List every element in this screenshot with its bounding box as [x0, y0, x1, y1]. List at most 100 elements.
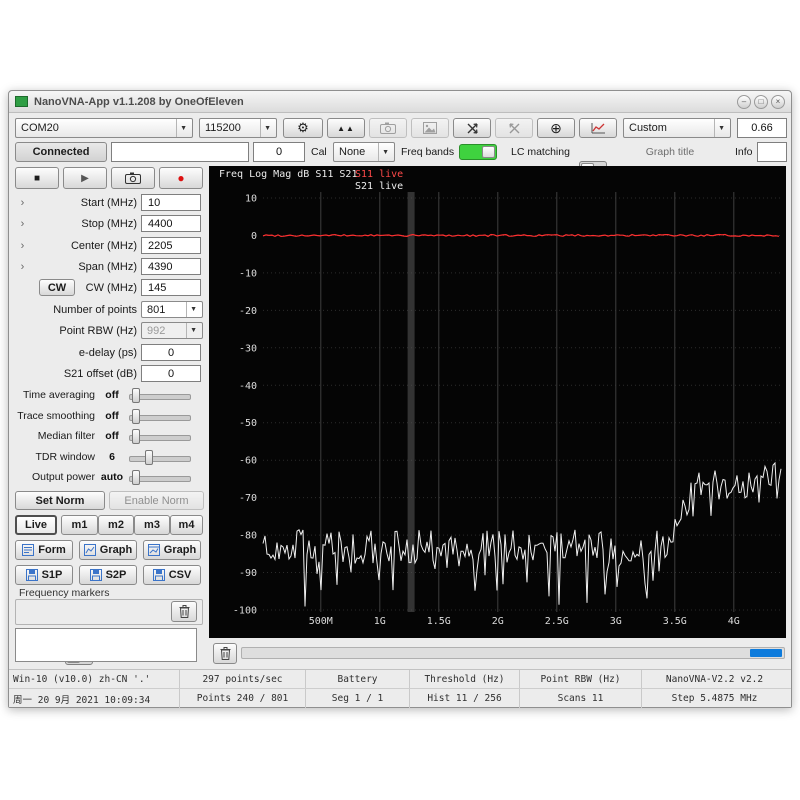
edelay-field[interactable]: 0: [141, 344, 201, 361]
toggle-knob: [482, 146, 495, 158]
slider-knob[interactable]: [132, 408, 140, 424]
slider-knob[interactable]: [132, 387, 140, 403]
minimize-icon[interactable]: –: [737, 94, 751, 109]
close-icon[interactable]: ×: [771, 94, 785, 109]
start-mhz-field[interactable]: 10: [141, 194, 201, 211]
chart-view-button[interactable]: [579, 118, 617, 138]
trace-smoothing-slider[interactable]: [129, 408, 195, 424]
trace-m3-button[interactable]: m3: [134, 515, 170, 535]
trace-m2-button[interactable]: m2: [98, 515, 134, 535]
connected-button[interactable]: Connected: [15, 142, 107, 162]
stop-mhz-field[interactable]: 4400: [141, 215, 201, 232]
enable-norm-label: Enable Norm: [124, 494, 189, 507]
legend-s21: S21 live: [355, 181, 404, 192]
expand-center-row-icon[interactable]: ›: [17, 238, 28, 253]
settings-gear-button[interactable]: ⚙: [283, 118, 323, 138]
markers-listbox[interactable]: [15, 628, 197, 662]
baud-rate-select[interactable]: 115200 ▼: [199, 118, 277, 138]
freq-bands-label: Freq bands: [401, 146, 455, 158]
chevron-down-icon: ▼: [378, 143, 392, 161]
expand-stop-row-icon[interactable]: ›: [17, 216, 28, 231]
trace-m4-button[interactable]: m4: [170, 515, 203, 535]
freq-bands-toggle[interactable]: [459, 144, 497, 160]
chevron-down-icon: ▼: [186, 302, 200, 317]
cal-select[interactable]: None ▼: [333, 142, 395, 162]
slider-knob[interactable]: [145, 449, 153, 465]
offset-field[interactable]: 0: [253, 142, 305, 162]
plot-canvas[interactable]: 10 0 -10 -20 -30 -40 -50 -60 -70 -80 -90 -100 500M 1G…: [209, 166, 786, 638]
up-arrows-icon: ▲▲: [337, 123, 355, 133]
tdr-window-row: TDR window 6: [9, 449, 209, 465]
s21-offset-field[interactable]: 0: [141, 365, 201, 382]
floppy-icon: [89, 569, 102, 581]
graph-view-button[interactable]: Graph: [79, 540, 137, 560]
start-mhz-label: Start (MHz): [80, 196, 137, 209]
crossed-arrows-icon: [466, 122, 479, 135]
trace-m2-label: m2: [108, 519, 124, 531]
graph-title-field[interactable]: Graph title: [615, 142, 725, 162]
output-power-slider[interactable]: [129, 469, 195, 485]
run-sweep-button[interactable]: ▶: [63, 167, 107, 189]
span-mhz-label: Span (MHz): [78, 260, 137, 273]
center-mhz-field[interactable]: 2205: [141, 237, 201, 254]
graph-label: Graph: [99, 544, 133, 556]
clear-graph-button[interactable]: [213, 643, 237, 664]
camera-capture-button[interactable]: [111, 167, 155, 189]
slider-knob[interactable]: [132, 469, 140, 485]
svg-text:10: 10: [245, 194, 257, 205]
stop-sweep-button[interactable]: ■: [15, 167, 59, 189]
median-filter-slider[interactable]: [129, 428, 195, 444]
trace-live-label: Live: [24, 519, 47, 531]
crossed-arrows-button[interactable]: [453, 118, 491, 138]
save-s1p-button[interactable]: S1P: [15, 565, 73, 585]
median-filter-row: Median filter off: [9, 428, 209, 444]
svg-text:500M: 500M: [309, 616, 333, 627]
trace-live-button[interactable]: Live: [15, 515, 57, 535]
chevron-down-icon: ▼: [260, 119, 274, 137]
expand-span-row-icon[interactable]: ›: [17, 259, 28, 274]
tdr-window-slider[interactable]: [129, 449, 195, 465]
slider-knob[interactable]: [132, 428, 140, 444]
span-mhz-field[interactable]: 4390: [141, 258, 201, 275]
save-s2p-button[interactable]: S2P: [79, 565, 137, 585]
address-input[interactable]: [111, 142, 249, 162]
graph-window-button[interactable]: Graph: [143, 540, 201, 560]
legend-s11: S11 live: [355, 169, 404, 180]
scrollbar-handle[interactable]: [750, 649, 782, 657]
arrows-up-button[interactable]: ▲▲: [327, 118, 365, 138]
status-os: Win-10 (v10.0) zh-CN '.': [13, 673, 151, 685]
chevron-down-icon: ▼: [176, 119, 190, 137]
s21-offset-value: 0: [167, 367, 175, 380]
titlebar[interactable]: NanoVNA-App v1.1.208 by OneOfEleven – □ …: [9, 91, 791, 113]
record-button[interactable]: ●: [159, 167, 203, 189]
set-norm-button[interactable]: Set Norm: [15, 491, 105, 510]
info-field[interactable]: [757, 142, 787, 162]
svg-text:-30: -30: [239, 343, 257, 354]
save-csv-button[interactable]: CSV: [143, 565, 201, 585]
baud-rate-value: 115200: [205, 122, 241, 134]
form-view-button[interactable]: Form: [15, 540, 73, 560]
number-of-points-select[interactable]: 801 ▼: [141, 301, 203, 318]
trace-smoothing-value: off: [105, 410, 119, 422]
preset-select[interactable]: Custom ▼: [623, 118, 731, 138]
stop-mhz-value: 4400: [148, 217, 173, 230]
trace-m1-button[interactable]: m1: [61, 515, 98, 535]
camera-icon: [380, 122, 396, 134]
horizontal-scrollbar[interactable]: [241, 647, 785, 659]
scale-value-field[interactable]: 0.66: [737, 118, 787, 138]
floppy-icon: [152, 569, 165, 581]
delete-markers-button[interactable]: [171, 601, 197, 622]
cw-mhz-field[interactable]: 145: [141, 279, 201, 296]
spectrum-chart[interactable]: 10 0 -10 -20 -30 -40 -50 -60 -70 -80 -90 -100 500M 1G…: [209, 166, 786, 638]
app-window: NanoVNA-App v1.1.208 by OneOfEleven – □ …: [8, 90, 792, 708]
cal-value: None: [339, 146, 366, 158]
center-mhz-value: 2205: [148, 239, 173, 252]
expand-start-row-icon[interactable]: ›: [17, 195, 28, 210]
com-port-select[interactable]: COM20 ▼: [15, 118, 193, 138]
screenshot-camera-button: [369, 118, 407, 138]
time-averaging-slider[interactable]: [129, 387, 195, 403]
crosshair-target-button[interactable]: ⊕: [537, 118, 575, 138]
cw-button[interactable]: CW: [39, 279, 75, 296]
maximize-icon[interactable]: □: [754, 94, 768, 109]
window-title: NanoVNA-App v1.1.208 by OneOfEleven: [34, 95, 244, 108]
